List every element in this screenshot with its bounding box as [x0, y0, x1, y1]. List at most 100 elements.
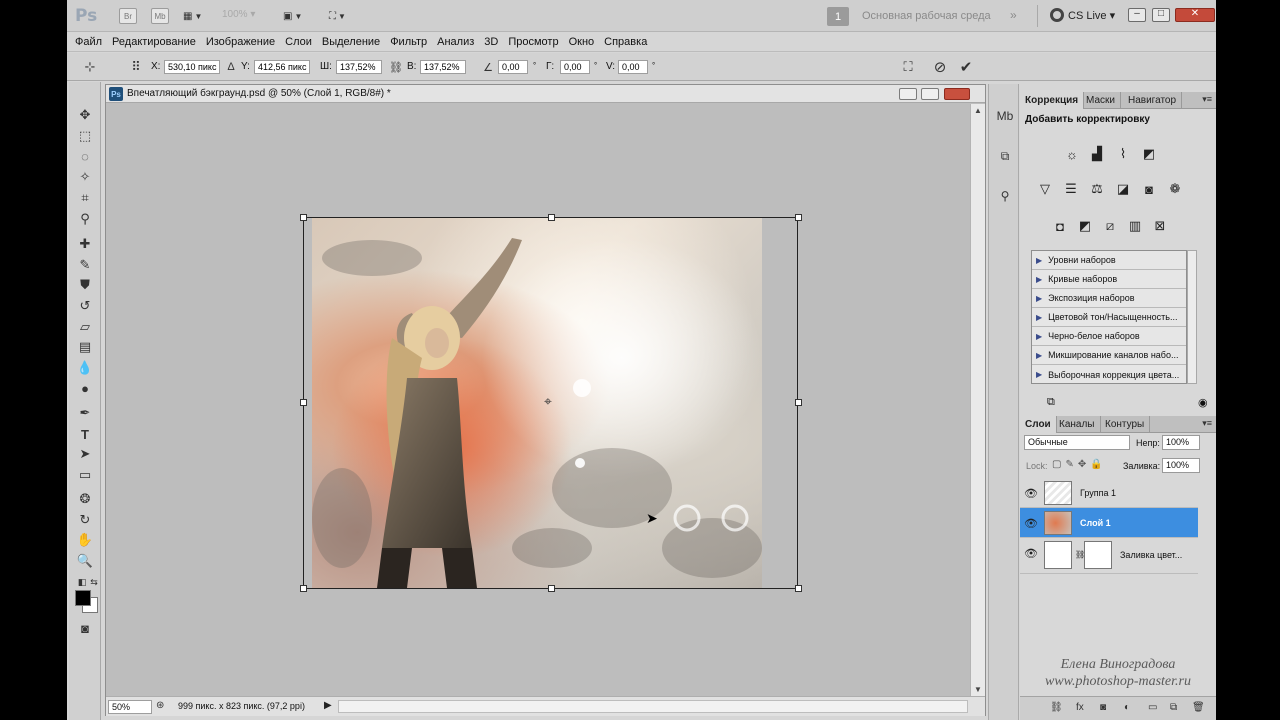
close-button[interactable]: ✕ [1175, 8, 1215, 22]
threshold-icon[interactable]: ⧄ [1100, 216, 1120, 236]
width-field[interactable]: 137,52% [336, 60, 382, 74]
pen-tool-icon[interactable]: ✒ [76, 404, 94, 422]
maximize-button[interactable]: □ [1152, 8, 1170, 22]
foreground-color-swatch[interactable] [75, 590, 91, 606]
tab-masks[interactable]: Маски [1081, 92, 1121, 109]
levels-icon[interactable]: ▟ [1087, 144, 1107, 164]
hue-saturation-icon[interactable]: ☰ [1061, 179, 1081, 199]
y-position-field[interactable]: 412,56 пикс [254, 60, 310, 74]
delete-layer-icon[interactable]: 🗑 [1192, 702, 1205, 713]
new-group-icon[interactable]: ▭ [1148, 702, 1157, 713]
minimize-button[interactable]: – [1128, 8, 1146, 22]
layer-style-icon[interactable]: fx [1076, 702, 1084, 713]
arrange-documents-menu[interactable]: ▣ ▼ [283, 7, 302, 25]
transform-handle-bottom-left[interactable] [300, 585, 307, 592]
document-tab[interactable]: Ps Впечатляющий бэкграунд.psd @ 50% (Сло… [106, 85, 985, 103]
shape-tool-icon[interactable]: ▭ [76, 466, 94, 484]
vibrance-icon[interactable]: ▽ [1035, 179, 1055, 199]
posterize-icon[interactable]: ◩ [1075, 216, 1095, 236]
view-previous-state-icon[interactable]: ◉ [1198, 396, 1208, 409]
tab-navigator[interactable]: Навигатор [1123, 92, 1183, 109]
tab-layers[interactable]: Слои [1020, 416, 1057, 433]
quick-select-tool-icon[interactable]: ✧ [76, 168, 94, 186]
transform-handle-bottom-right[interactable] [795, 585, 802, 592]
blur-tool-icon[interactable]: 💧 [76, 359, 94, 377]
gradient-map-icon[interactable]: ▥ [1125, 216, 1145, 236]
preset-item[interactable]: ▶ Черно-белое наборов [1032, 327, 1186, 346]
new-layer-icon[interactable]: ⧉ [1170, 702, 1177, 713]
menu-edit[interactable]: Редактирование [112, 36, 204, 48]
crop-tool-icon[interactable]: ⌗ [76, 189, 94, 207]
menu-layer[interactable]: Слои [285, 36, 320, 48]
transform-handle-bottom[interactable] [548, 585, 555, 592]
clone-stamp-tool-icon[interactable]: ⛊ [76, 276, 94, 294]
menu-select[interactable]: Выделение [322, 36, 388, 48]
tab-channels[interactable]: Каналы [1054, 416, 1101, 433]
gradient-tool-icon[interactable]: ▤ [76, 338, 94, 356]
preset-item[interactable]: ▶ Уровни наборов [1032, 251, 1186, 270]
minibridge-panel-icon[interactable]: Mb [995, 106, 1015, 126]
lasso-tool-icon[interactable]: ◌ [76, 147, 94, 165]
vertical-scrollbar[interactable]: ▲ ▼ [970, 104, 985, 696]
brush-tool-icon[interactable]: ✎ [76, 256, 94, 274]
link-layers-icon[interactable]: ⛓ [1050, 702, 1063, 713]
screen-mode-menu[interactable]: ⛶ ▼ [329, 7, 346, 25]
vertical-skew-field[interactable]: 0,00 [618, 60, 648, 74]
extras-menu[interactable]: ▦ ▼ [183, 7, 202, 25]
menu-view[interactable]: Просмотр [508, 36, 566, 48]
presets-scrollbar[interactable] [1187, 250, 1197, 384]
color-balance-icon[interactable]: ⚖ [1087, 179, 1107, 199]
channel-mixer-icon[interactable]: ❁ [1165, 179, 1185, 199]
x-position-field[interactable]: 530,10 пикс [164, 60, 220, 74]
tab-paths[interactable]: Контуры [1100, 416, 1151, 433]
preset-item[interactable]: ▶ Экспозиция наборов [1032, 289, 1186, 308]
status-options-icon[interactable]: ⊛ [156, 700, 164, 711]
eye-icon[interactable]: 👁 [1024, 487, 1038, 500]
doc-maximize-button[interactable] [921, 88, 939, 100]
tab-adjustments[interactable]: Коррекция [1020, 92, 1085, 109]
menu-window[interactable]: Окно [569, 36, 603, 48]
panel-menu-icon[interactable]: ▾≡ [1202, 418, 1212, 429]
canvas-area[interactable]: ⌖ ➤ [106, 104, 970, 696]
horizontal-scrollbar[interactable] [338, 700, 968, 713]
bridge-button[interactable]: Br [119, 7, 137, 25]
scroll-down-icon[interactable]: ▼ [974, 685, 982, 694]
cs-live-menu[interactable]: CS Live ▾ [1050, 8, 1115, 22]
minibridge-button[interactable]: Mb [151, 7, 169, 25]
zoom-tool-icon[interactable]: 🔍 [76, 552, 94, 570]
fill-field[interactable]: 100% [1162, 458, 1200, 473]
zoom-field[interactable]: 50% [108, 700, 152, 714]
transform-handle-right[interactable] [795, 399, 802, 406]
exposure-icon[interactable]: ◩ [1139, 144, 1159, 164]
link-icon[interactable]: ⛓ [387, 58, 405, 76]
swap-colors-icon[interactable]: ⇆ [85, 573, 103, 591]
move-tool-icon[interactable]: ⊹ [81, 58, 99, 76]
eye-icon[interactable]: 👁 [1024, 547, 1038, 560]
new-adjustment-layer-icon[interactable]: ◐ [1124, 702, 1130, 713]
doc-minimize-button[interactable] [899, 88, 917, 100]
type-tool-icon[interactable]: T [76, 425, 94, 443]
history-brush-tool-icon[interactable]: ↺ [76, 297, 94, 315]
panel-menu-icon[interactable]: ▾≡ [1202, 94, 1212, 105]
transform-handle-top-right[interactable] [795, 214, 802, 221]
clip-to-layer-icon[interactable]: ⧉ [1047, 396, 1055, 409]
reference-point-icon[interactable]: ⠿ [127, 58, 145, 76]
relative-position-icon[interactable]: Δ [222, 58, 240, 76]
commit-transform-icon[interactable]: ✔ [957, 58, 975, 76]
preset-item[interactable]: ▶ Цветовой тон/Насыщенность... [1032, 308, 1186, 327]
blend-mode-select[interactable]: Обычные [1024, 435, 1130, 450]
photo-filter-icon[interactable]: ◙ [1139, 179, 1159, 199]
workspace-number[interactable]: 1 [827, 7, 849, 26]
actions-panel-icon[interactable]: ⚲ [995, 186, 1015, 206]
workspace-more-button[interactable]: » [1010, 8, 1017, 22]
lock-icons[interactable]: ▢✎✥🔒 [1052, 459, 1107, 470]
menu-image[interactable]: Изображение [206, 36, 283, 48]
horizontal-skew-field[interactable]: 0,00 [560, 60, 590, 74]
warp-mode-icon[interactable]: ⛶ [899, 58, 917, 76]
3d-orbit-tool-icon[interactable]: ↻ [76, 511, 94, 529]
rotate-angle-field[interactable]: 0,00 [498, 60, 528, 74]
cancel-transform-icon[interactable]: ⊘ [931, 58, 949, 76]
scroll-up-icon[interactable]: ▲ [974, 106, 982, 115]
marquee-tool-icon[interactable]: ⬚ [76, 127, 94, 145]
eye-icon[interactable]: 👁 [1024, 517, 1038, 530]
